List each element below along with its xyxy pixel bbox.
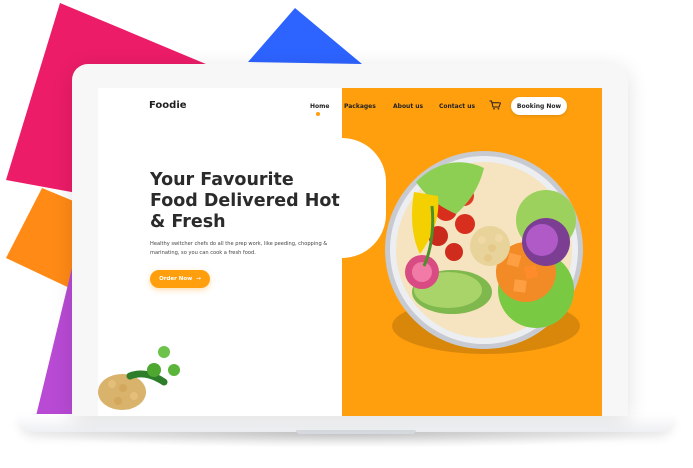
salad-bowl-image	[385, 151, 583, 354]
laptop-screen: Foodie Home Packages About us Contact us…	[72, 64, 628, 416]
blue-shape	[248, 8, 362, 64]
cart-icon[interactable]	[489, 100, 501, 110]
active-nav-indicator	[316, 112, 320, 116]
hero-title: Your Favourite Food Delivered Hot & Fres…	[150, 170, 340, 232]
logo[interactable]: Foodie	[149, 100, 187, 111]
laptop-notch	[296, 430, 416, 434]
nav-about-us[interactable]: About us	[393, 103, 423, 110]
nav-contact-us[interactable]: Contact us	[439, 103, 475, 110]
order-now-button[interactable]: Order Now →	[150, 270, 210, 288]
booking-now-button[interactable]: Booking Now	[511, 97, 567, 115]
hero-description: Healthy switcher chefs do all the prep w…	[150, 241, 328, 256]
nav-home[interactable]: Home	[310, 103, 329, 110]
website-page: Foodie Home Packages About us Contact us…	[98, 88, 602, 416]
arrow-right-icon: →	[196, 276, 201, 282]
nav-packages[interactable]: Packages	[344, 103, 376, 110]
spices-image	[98, 346, 180, 410]
order-now-label: Order Now	[159, 276, 193, 282]
